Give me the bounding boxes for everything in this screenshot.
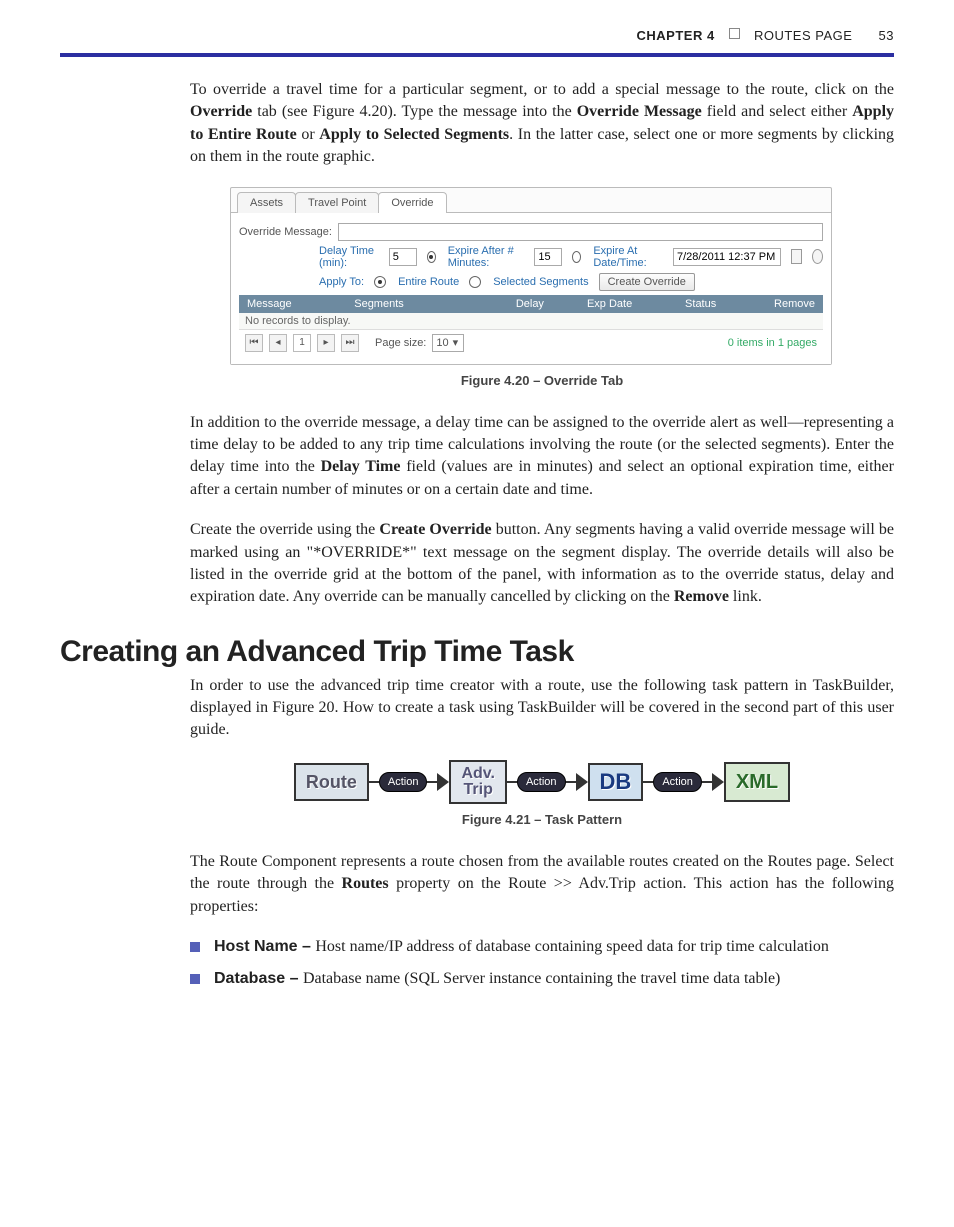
running-head: CHAPTER 4 ROUTES PAGE 53 (60, 28, 894, 49)
chapter-title: ROUTES PAGE (754, 28, 852, 43)
col-message: Message (239, 295, 346, 313)
clock-icon[interactable] (812, 249, 823, 264)
bullet-icon (190, 974, 200, 984)
intro-paragraph: To override a travel time for a particul… (190, 79, 894, 169)
pager-last-icon[interactable]: ⏭ (341, 334, 359, 352)
pager-prev-icon[interactable]: ◂ (269, 334, 287, 352)
figure-20-caption: Figure 4.20 – Override Tab (190, 373, 894, 388)
expire-datetime-input[interactable] (673, 248, 781, 266)
connector (369, 781, 379, 783)
radio-entire-route[interactable] (374, 276, 386, 288)
selected-segments-label: Selected Segments (493, 276, 588, 288)
radio-expire-minutes[interactable] (427, 251, 436, 263)
create-paragraph: Create the override using the Create Ove… (190, 519, 894, 609)
entire-route-label: Entire Route (398, 276, 459, 288)
connector (427, 781, 437, 783)
connector (702, 781, 712, 783)
arrow-icon (437, 773, 449, 791)
expire-minutes-input[interactable] (534, 248, 562, 266)
override-grid-header: Message Segments Delay Exp Date Status R… (239, 295, 823, 313)
radio-expire-datetime[interactable] (572, 251, 581, 263)
radio-selected-segments[interactable] (469, 276, 481, 288)
bullet-icon (190, 942, 200, 952)
page-number: 53 (879, 28, 894, 43)
properties-list: Host Name – Host name/IP address of data… (190, 936, 894, 991)
col-segments: Segments (346, 295, 481, 313)
route-component-paragraph: The Route Component represents a route c… (190, 851, 894, 918)
prop-label: Host Name – (214, 938, 315, 955)
pager-current[interactable]: 1 (293, 334, 311, 352)
override-message-input[interactable] (338, 223, 823, 241)
connector (566, 781, 576, 783)
apply-to-label: Apply To: (319, 276, 364, 288)
col-expdate: Exp Date (579, 295, 677, 313)
delay-time-input[interactable] (389, 248, 417, 266)
delay-paragraph: In addition to the override message, a d… (190, 412, 894, 502)
figure-override-tab: Assets Travel Point Override Override Me… (230, 187, 894, 365)
advanced-intro-paragraph: In order to use the advanced trip time c… (190, 675, 894, 742)
chapter-label: CHAPTER 4 (637, 28, 715, 43)
pill-action-2: Action (517, 772, 566, 792)
list-item: Database – Database name (SQL Server ins… (190, 968, 894, 990)
tab-travel-point[interactable]: Travel Point (295, 192, 379, 213)
figure-21-caption: Figure 4.21 – Task Pattern (190, 812, 894, 827)
override-message-label: Override Message: (239, 226, 332, 238)
prop-label: Database – (214, 970, 303, 987)
col-remove: Remove (766, 295, 823, 313)
pill-action-3: Action (653, 772, 702, 792)
chevron-down-icon: ▾ (453, 336, 459, 349)
prop-text: Host name/IP address of database contain… (315, 938, 828, 955)
arrow-icon (712, 773, 724, 791)
tab-assets[interactable]: Assets (237, 192, 296, 213)
pill-action-1: Action (379, 772, 428, 792)
block-xml: XML (724, 762, 790, 802)
page-size-select[interactable]: 10 ▾ (432, 334, 464, 352)
connector (643, 781, 653, 783)
pager-next-icon[interactable]: ▸ (317, 334, 335, 352)
tabs: Assets Travel Point Override (231, 188, 831, 213)
section-heading: Creating an Advanced Trip Time Task (60, 635, 894, 669)
col-status: Status (677, 295, 766, 313)
prop-text: Database name (SQL Server instance conta… (303, 970, 780, 987)
delay-time-label: Delay Time (min): (319, 245, 379, 269)
create-override-button[interactable]: Create Override (599, 273, 695, 291)
figure-task-pattern: Route Action Adv. Trip Action DB Action … (190, 760, 894, 804)
arrow-icon (576, 773, 588, 791)
pager: ⏮ ◂ 1 ▸ ⏭ Page size: 10 ▾ 0 items in 1 p… (239, 329, 823, 356)
connector (507, 781, 517, 783)
expire-datetime-label: Expire At Date/Time: (593, 245, 663, 269)
block-adv-trip: Adv. Trip (449, 760, 506, 804)
page-size-label: Page size: (375, 337, 426, 349)
tab-override[interactable]: Override (378, 192, 446, 213)
grid-empty-text: No records to display. (239, 313, 823, 329)
expire-minutes-label: Expire After # Minutes: (448, 245, 525, 269)
block-db: DB (588, 763, 644, 801)
pager-first-icon[interactable]: ⏮ (245, 334, 263, 352)
block-route: Route (294, 763, 369, 801)
square-glyph-icon (729, 28, 740, 39)
header-rule (60, 53, 894, 57)
col-delay: Delay (481, 295, 579, 313)
list-item: Host Name – Host name/IP address of data… (190, 936, 894, 958)
pager-summary: 0 items in 1 pages (728, 337, 817, 349)
calendar-icon[interactable] (791, 249, 802, 264)
